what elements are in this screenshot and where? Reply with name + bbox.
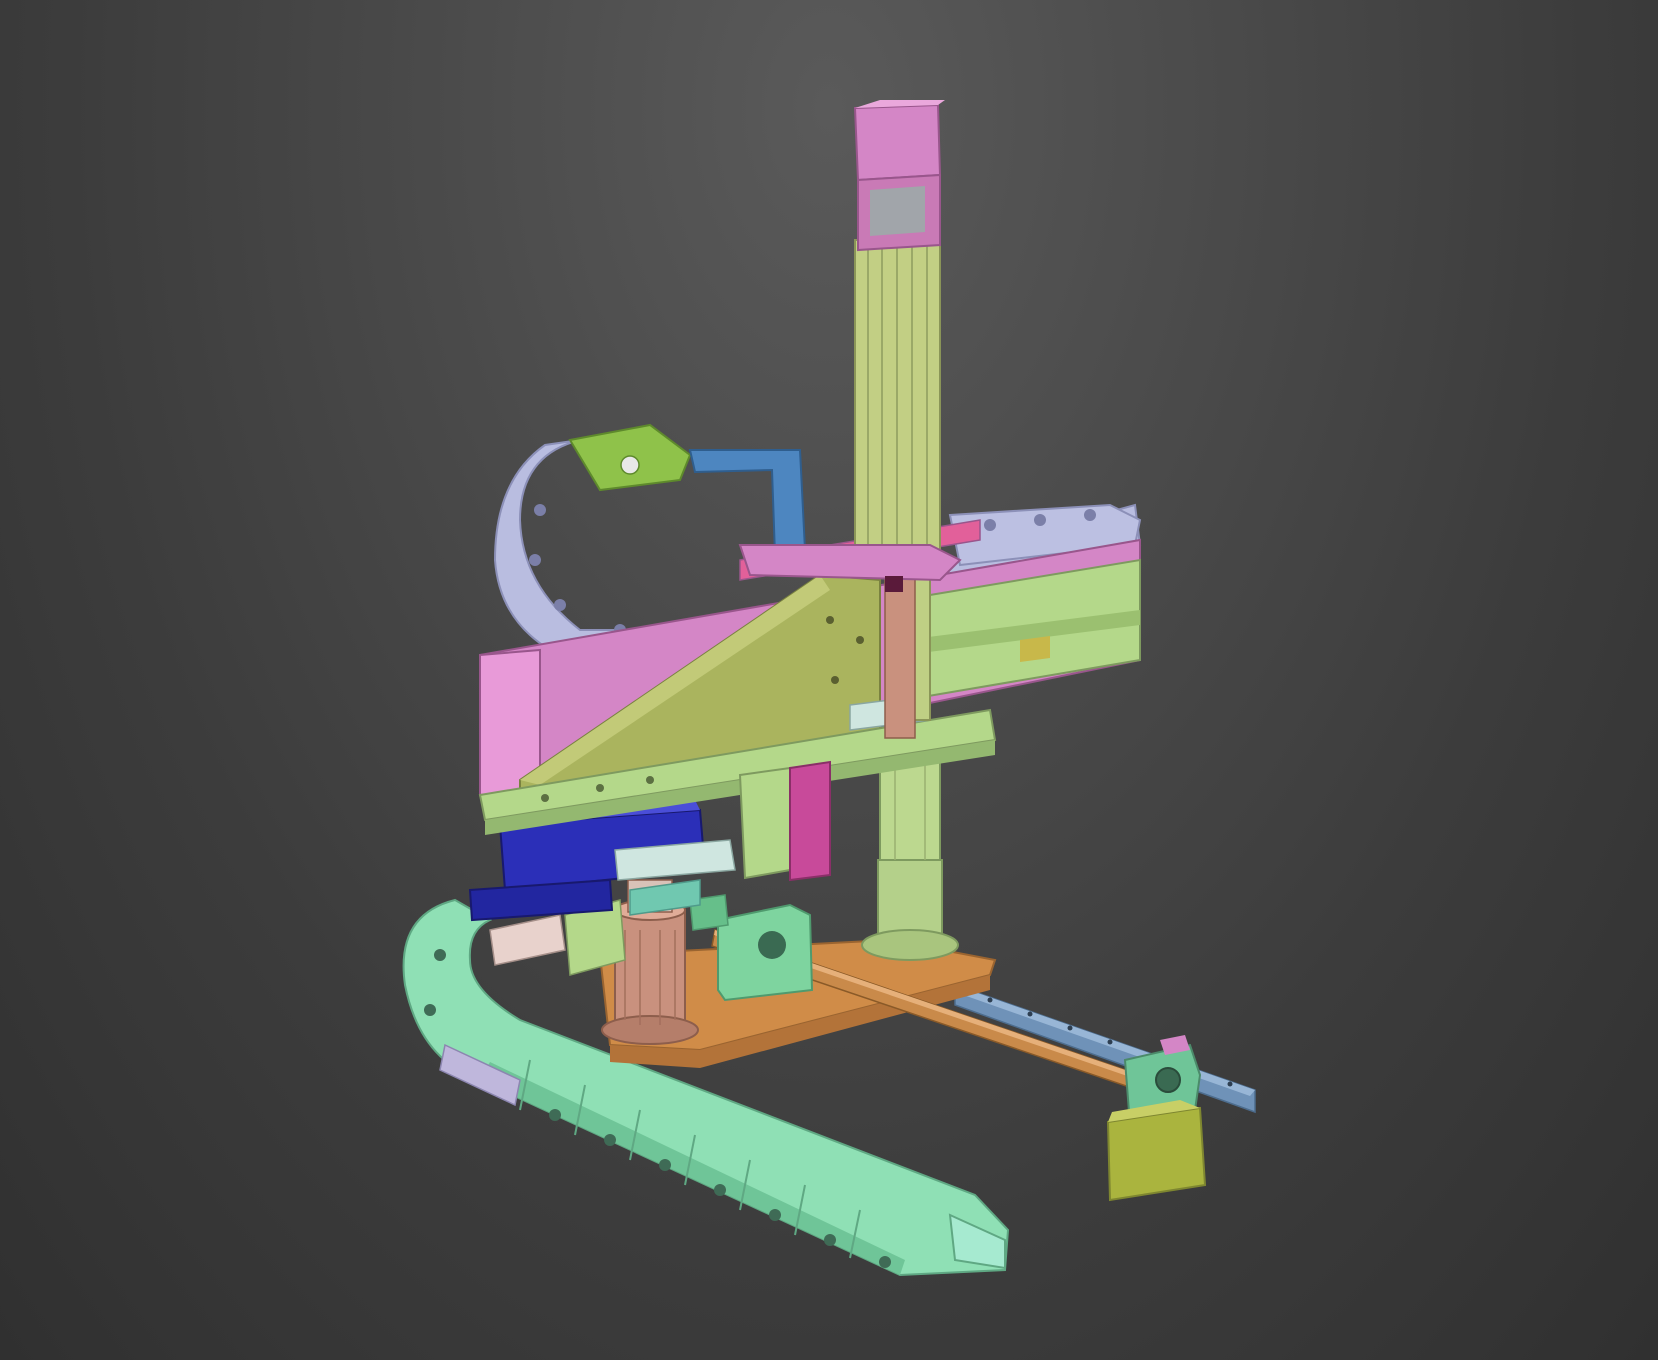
vertical-slide: [738, 760, 831, 882]
servo-motor: [853, 100, 945, 252]
vertical-lower-column: [861, 744, 959, 961]
robot-gantry-model[interactable]: [0, 0, 1658, 1360]
blue-bracket: [688, 449, 807, 557]
linear-guide-rail: [954, 983, 1256, 1114]
3d-viewport[interactable]: [0, 0, 1658, 1360]
